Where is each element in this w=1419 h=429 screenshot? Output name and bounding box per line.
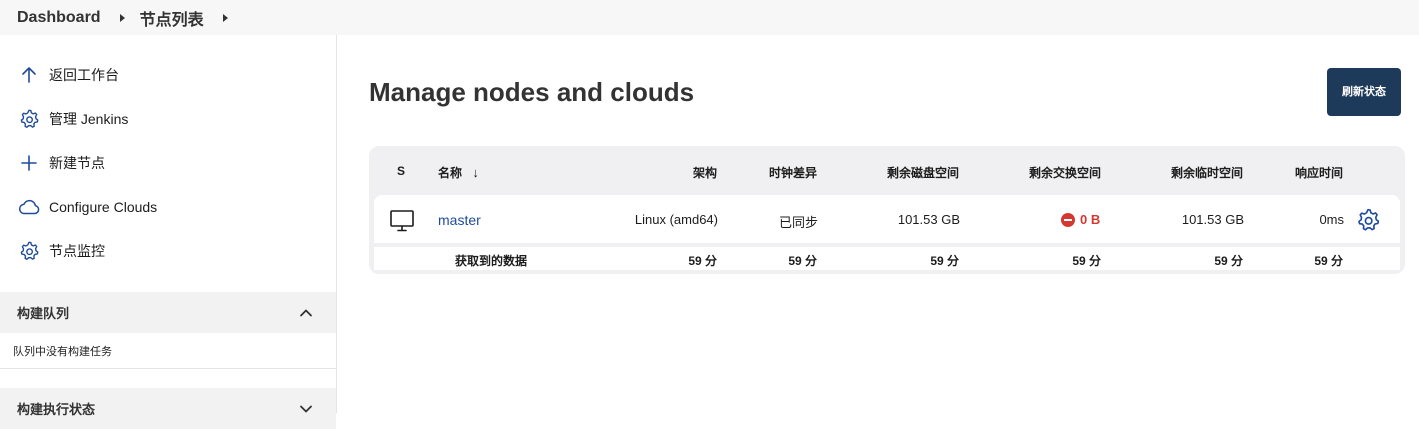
header-response[interactable]: 响应时间: [1243, 164, 1343, 181]
footer-swap: 59 分: [1072, 254, 1101, 268]
header-clock[interactable]: 时钟差异: [717, 164, 817, 181]
header-arch[interactable]: 架构: [617, 164, 717, 181]
sidebar-item-label: Configure Clouds: [49, 199, 158, 215]
header-name[interactable]: 名称 ↓: [438, 164, 479, 181]
breadcrumb-separator-icon[interactable]: [222, 13, 228, 22]
build-queue-title: 构建队列: [17, 306, 70, 321]
sidebar-item-node-monitoring[interactable]: 节点监控: [17, 239, 105, 263]
plus-icon: [17, 151, 41, 175]
breadcrumb-item-nodes[interactable]: 节点列表: [140, 6, 204, 30]
breadcrumb-item-dashboard[interactable]: Dashboard: [17, 9, 101, 27]
cell-swap: 0 B: [1061, 212, 1100, 227]
node-link-master[interactable]: master: [438, 212, 481, 228]
footer-disk: 59 分: [930, 254, 959, 268]
sidebar: 返回工作台 管理 Jenkins 新建节点 Configure Clouds 节…: [0, 35, 337, 429]
node-settings-gear-icon[interactable]: [1355, 207, 1381, 233]
executor-status-title: 构建执行状态: [17, 402, 96, 417]
sidebar-item-label: 管理 Jenkins: [49, 111, 129, 127]
header-disk[interactable]: 剩余磁盘空间: [829, 164, 959, 181]
gear-icon: [17, 239, 41, 263]
header-swap[interactable]: 剩余交换空间: [971, 164, 1101, 181]
footer-clock: 59 分: [788, 254, 817, 268]
gear-icon: [17, 107, 41, 131]
footer-response: 59 分: [1314, 254, 1343, 268]
chevron-down-icon[interactable]: [298, 401, 314, 417]
footer-temp: 59 分: [1214, 254, 1243, 268]
cloud-icon: [17, 195, 41, 219]
header-status[interactable]: S: [397, 164, 405, 178]
header-temp[interactable]: 剩余临时空间: [1113, 164, 1243, 181]
chevron-up-icon[interactable]: [298, 305, 314, 321]
sort-arrow-icon: ↓: [472, 165, 479, 180]
refresh-status-button[interactable]: 刷新状态: [1327, 68, 1401, 116]
cell-arch: Linux (amd64): [634, 212, 718, 227]
arrow-up-icon: [17, 63, 41, 87]
sidebar-item-label: 新建节点: [49, 155, 105, 171]
breadcrumb: Dashboard 节点列表: [0, 0, 1419, 35]
page-title: Manage nodes and clouds: [369, 77, 695, 107]
cell-clock: 已同步: [778, 215, 818, 230]
footer-arch: 59 分: [688, 254, 717, 268]
cell-swap-value: 0 B: [1080, 212, 1101, 227]
sidebar-item-manage-jenkins[interactable]: 管理 Jenkins: [17, 107, 128, 131]
footer-label: 获取到的数据: [455, 254, 528, 268]
sidebar-item-label: 返回工作台: [49, 67, 119, 83]
header-name-label: 名称: [438, 166, 463, 180]
sidebar-item-new-node[interactable]: 新建节点: [17, 151, 105, 175]
computer-icon: [389, 209, 415, 233]
cell-response: 0ms: [1319, 212, 1344, 227]
breadcrumb-separator-icon[interactable]: [119, 13, 125, 22]
sidebar-item-configure-clouds[interactable]: Configure Clouds: [17, 195, 157, 219]
no-entry-icon: [1061, 212, 1075, 227]
sidebar-item-back-to-dashboard[interactable]: 返回工作台: [17, 63, 119, 87]
cell-temp: 101.53 GB: [1181, 212, 1244, 227]
divider: [0, 368, 336, 369]
build-queue-empty-text: 队列中没有构建任务: [13, 346, 112, 358]
cell-disk: 101.53 GB: [897, 212, 960, 227]
build-queue-header[interactable]: 构建队列: [0, 292, 336, 333]
executor-status-header[interactable]: 构建执行状态: [0, 388, 336, 429]
sidebar-item-label: 节点监控: [49, 243, 105, 259]
